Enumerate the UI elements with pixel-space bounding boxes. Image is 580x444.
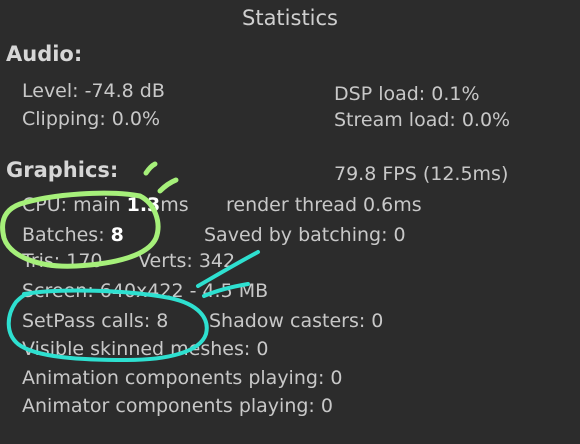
statistics-panel: Statistics Audio: Level: -74.8 dB DSP lo… [0,0,580,444]
audio-level: Level: -74.8 dB [22,80,165,102]
cpu-label: CPU: main [22,194,121,216]
graphics-saved-by-batching: Saved by batching: 0 [204,224,406,246]
green-tick-mark [157,177,179,194]
graphics-fps: 79.8 FPS (12.5ms) [334,163,509,185]
graphics-render-thread: render thread 0.6ms [226,194,422,216]
graphics-tris: Tris: 170 [22,250,103,272]
graphics-setpass: SetPass calls: 8 [22,310,169,332]
graphics-animator-components: Animator components playing: 0 [22,395,333,417]
graphics-visible-skinned-meshes: Visible skinned meshes: 0 [22,338,269,360]
graphics-batches: Batches: 8 [22,226,124,245]
graphics-screen: Screen: 640x422 - 4.5 MB [22,280,269,302]
audio-clipping: Clipping: 0.0% [22,108,161,130]
graphics-animation-components: Animation components playing: 0 [22,367,343,389]
cpu-main-value: 1.3 [126,194,161,216]
graphics-cpu: CPU: main 1.3ms [22,196,189,215]
graphics-heading: Graphics: [6,158,119,182]
audio-stream-load: Stream load: 0.0% [334,109,511,131]
green-tick-mark [143,161,158,176]
graphics-verts: Verts: 342 [138,250,236,272]
batches-value: 8 [110,224,124,246]
panel-title: Statistics [242,6,338,30]
graphics-shadow-casters: Shadow casters: 0 [209,310,384,332]
audio-heading: Audio: [6,42,83,66]
cpu-unit: ms [160,194,189,216]
audio-dsp-load: DSP load: 0.1% [334,83,480,105]
batches-label: Batches: [22,224,105,246]
